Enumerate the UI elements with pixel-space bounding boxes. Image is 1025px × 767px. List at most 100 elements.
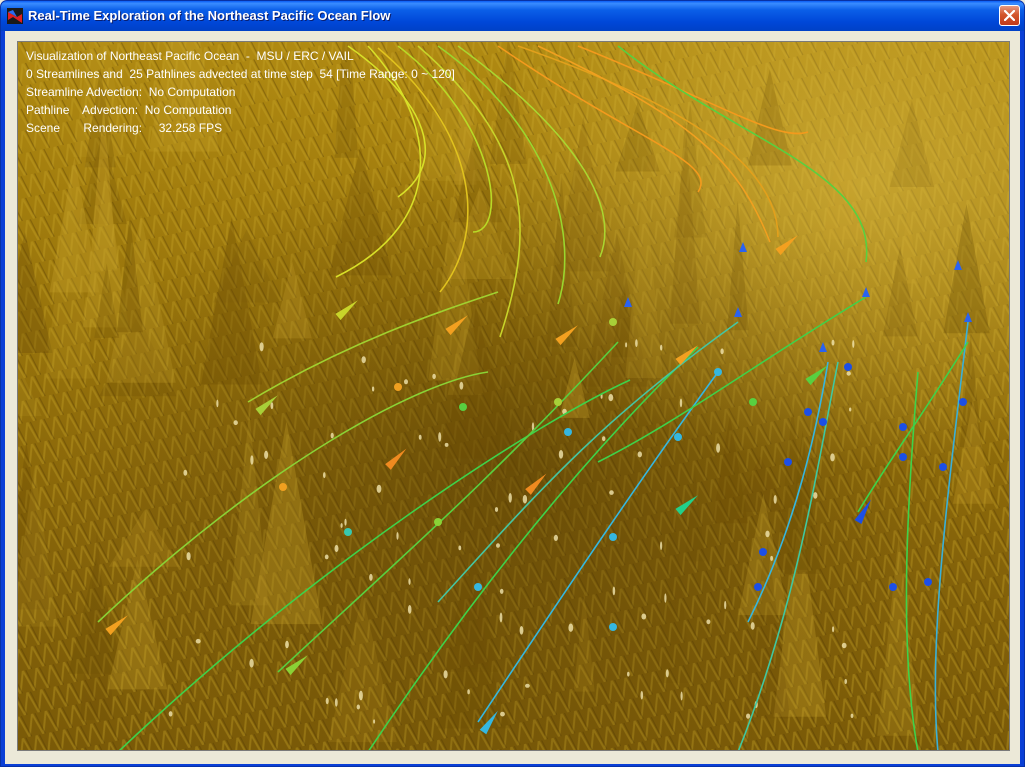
pathline-particle — [434, 518, 442, 526]
terrain-highlight — [831, 339, 835, 346]
terrain-highlight — [612, 586, 616, 596]
terrain-highlight — [680, 691, 683, 701]
terrain-highlight — [706, 619, 711, 625]
window-title: Real-Time Exploration of the Northeast P… — [28, 8, 391, 23]
pathline-particle — [924, 578, 932, 586]
terrain-highlight — [356, 704, 360, 710]
pathline-particle — [674, 433, 682, 441]
terrain-highlight — [641, 613, 647, 620]
pathline-particle — [344, 528, 352, 536]
terrain-highlight — [494, 507, 499, 512]
terrain-highlight — [324, 554, 329, 560]
terrain-highlight — [444, 442, 449, 447]
client-area: Visualization of Northeast Pacific Ocean… — [5, 31, 1020, 764]
render-viewport[interactable]: Visualization of Northeast Pacific Ocean… — [17, 41, 1010, 751]
terrain-highlight — [635, 339, 638, 347]
terrain-highlight — [665, 669, 669, 678]
terrain-highlight — [640, 690, 644, 700]
pathline-particle — [554, 398, 562, 406]
overlay-streamline-status: Streamline Advection: No Computation — [26, 85, 236, 99]
terrain-highlight — [285, 640, 289, 649]
terrain-highlight — [724, 600, 727, 610]
terrain-highlight — [849, 407, 852, 412]
terrain-highlight — [716, 443, 721, 453]
terrain-highlight — [358, 690, 363, 701]
terrain-highlight — [746, 713, 751, 719]
terrain-highlight — [334, 698, 338, 707]
pathline-particle — [474, 583, 482, 591]
terrain-highlight — [846, 371, 851, 376]
overlay-render-rate: Scene Rendering: 32.258 FPS — [26, 121, 223, 135]
pathline-particle — [609, 623, 617, 631]
terrain-highlight — [325, 697, 329, 705]
terrain-highlight — [679, 398, 683, 408]
terrain-highlight — [443, 670, 448, 679]
pathline-particle — [889, 583, 897, 591]
terrain-highlight — [376, 484, 382, 493]
terrain-highlight — [195, 638, 201, 644]
app-window: Real-Time Exploration of the Northeast P… — [0, 0, 1025, 767]
terrain-highlight — [259, 342, 264, 352]
terrain-highlight — [369, 573, 373, 581]
terrain-highlight — [499, 588, 504, 594]
terrain-highlight — [418, 434, 422, 440]
status-overlay: Visualization of Northeast Pacific Ocean… — [26, 47, 455, 137]
terrain-highlight — [558, 450, 564, 459]
terrain-highlight — [830, 453, 835, 462]
terrain-highlight — [664, 593, 667, 603]
terrain-highlight — [844, 679, 847, 684]
close-icon — [1004, 10, 1015, 21]
close-button[interactable] — [999, 5, 1020, 26]
pathline-particle — [844, 363, 852, 371]
terrain-highlight — [467, 689, 470, 695]
terrain-highlight — [264, 450, 269, 459]
terrain-highlight — [832, 626, 835, 633]
terrain-highlight — [765, 530, 770, 538]
pathline-particle — [394, 383, 402, 391]
pathline-particle — [749, 398, 757, 406]
overlay-title: Visualization of Northeast Pacific Ocean… — [26, 49, 354, 63]
terrain-highlight — [233, 420, 238, 426]
overlay-advection-summary: 0 Streamlines and 25 Pathlines advected … — [26, 67, 455, 81]
terrain-highlight — [508, 493, 512, 503]
pathline-particle — [609, 318, 617, 326]
terrain-highlight — [627, 671, 630, 677]
title-bar[interactable]: Real-Time Exploration of the Northeast P… — [1, 1, 1024, 31]
terrain-highlight — [773, 495, 777, 504]
terrain-highlight — [637, 451, 642, 458]
terrain-highlight — [404, 379, 408, 385]
terrain-highlight — [496, 543, 500, 548]
pathline-particle — [714, 368, 722, 376]
terrain-highlight — [625, 342, 628, 348]
terrain-highlight — [396, 532, 399, 540]
terrain-highlight — [334, 544, 339, 553]
terrain-highlight — [186, 552, 191, 561]
terrain-highlight — [458, 545, 462, 551]
app-icon — [7, 8, 23, 24]
terrain-highlight — [568, 623, 574, 632]
terrain-highlight — [841, 642, 847, 649]
terrain-highlight — [250, 455, 254, 465]
terrain-highlight — [438, 432, 442, 442]
pathline-particle — [609, 533, 617, 541]
terrain-highlight — [770, 555, 773, 561]
terrain-highlight — [340, 523, 343, 528]
terrain-highlight — [609, 490, 614, 495]
terrain-highlight — [608, 394, 614, 402]
terrain-highlight — [407, 605, 412, 614]
pathline-particle — [754, 583, 762, 591]
terrain-highlight — [500, 711, 505, 717]
terrain-highlight — [408, 578, 411, 585]
pathline-particle — [899, 453, 907, 461]
terrain-highlight — [216, 399, 219, 408]
terrain-highlight — [522, 494, 528, 504]
pathline-particle — [279, 483, 287, 491]
terrain-highlight — [660, 541, 663, 550]
terrain-highlight — [373, 719, 376, 724]
terrain-highlight — [432, 373, 436, 380]
ocean-scene[interactable] — [18, 42, 1010, 751]
terrain-highlight — [553, 534, 559, 541]
terrain-highlight — [660, 344, 663, 351]
terrain-highlight — [344, 518, 347, 526]
terrain-highlight — [525, 683, 530, 688]
